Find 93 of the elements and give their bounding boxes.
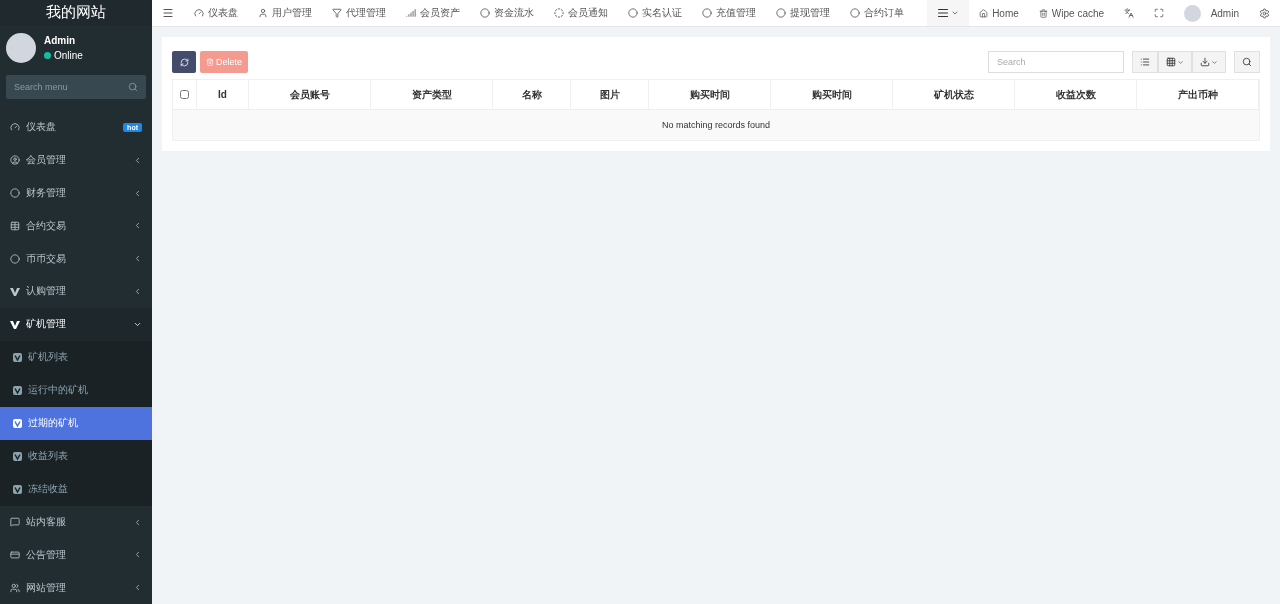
nav-link[interactable]: 用户管理 xyxy=(248,6,322,20)
submenu-item[interactable]: 矿机列表 xyxy=(0,340,152,374)
menu-icon[interactable] xyxy=(162,7,174,19)
circle-icon xyxy=(10,253,20,264)
menu-item[interactable]: 站内客服 xyxy=(0,505,152,539)
toggle-view-button[interactable] xyxy=(1132,51,1158,73)
nav-link[interactable]: 会员通知 xyxy=(544,6,618,20)
wipe-cache-link[interactable]: Wipe cache xyxy=(1028,7,1115,19)
user-status: Online xyxy=(54,50,83,62)
lines-icon xyxy=(937,7,950,19)
signal-icon xyxy=(406,8,416,18)
status-dot xyxy=(44,52,51,60)
chevron-left-icon xyxy=(133,155,142,165)
search-field[interactable]: Search xyxy=(988,51,1124,73)
menu-item[interactable]: 财务管理 xyxy=(0,176,152,210)
chevron-left-icon xyxy=(133,188,142,198)
circle-icon xyxy=(628,8,638,18)
home-link[interactable]: Home xyxy=(969,7,1029,19)
menu-item[interactable]: 币币交易 xyxy=(0,242,152,276)
submenu-item[interactable]: 运行中的矿机 xyxy=(0,373,152,407)
nav-link[interactable]: 会员资产 xyxy=(396,6,470,20)
v-logo-icon xyxy=(10,319,20,329)
download-icon xyxy=(1200,57,1210,67)
search-button[interactable] xyxy=(1234,51,1260,73)
trash-icon xyxy=(206,58,214,66)
circle-icon xyxy=(850,8,860,18)
chevron-left-icon xyxy=(133,550,142,560)
v-square-icon xyxy=(13,418,22,428)
user-name: Admin xyxy=(44,35,77,47)
menu-item[interactable]: 网站管理 xyxy=(0,571,152,604)
user-menu[interactable]: Admin xyxy=(1174,4,1249,22)
menu-item[interactable]: 矿机管理 xyxy=(0,307,152,341)
nav-link[interactable]: 提现管理 xyxy=(766,6,840,20)
menu-item[interactable]: 公告管理 xyxy=(0,538,152,572)
dashboard-icon xyxy=(194,8,204,18)
users-icon xyxy=(10,582,20,593)
list-icon xyxy=(1140,57,1150,67)
nav-link[interactable]: 充值管理 xyxy=(692,6,766,20)
table-icon xyxy=(10,220,20,231)
select-all-checkbox[interactable] xyxy=(180,90,189,99)
chevron-left-icon xyxy=(133,583,142,593)
v-square-icon xyxy=(13,484,22,494)
v-square-icon xyxy=(13,352,22,362)
nav-link[interactable]: 代理管理 xyxy=(322,6,396,20)
circle-icon xyxy=(10,188,20,199)
menu-dropdown[interactable] xyxy=(927,0,970,26)
chevron-left-icon xyxy=(133,517,142,527)
home-icon xyxy=(979,8,989,18)
nav-link[interactable]: 仪表盘 xyxy=(184,6,248,20)
nav-link[interactable]: 资金流水 xyxy=(470,6,544,20)
caret-icon xyxy=(1177,58,1184,66)
chat-icon xyxy=(10,517,20,528)
export-button[interactable] xyxy=(1192,51,1226,73)
translate-icon[interactable] xyxy=(1124,8,1135,18)
submenu-item[interactable]: 冻结收益 xyxy=(0,472,152,506)
chevron-left-icon xyxy=(133,286,142,296)
nav-link[interactable]: 合约订单 xyxy=(840,6,914,20)
search-icon xyxy=(1242,57,1252,67)
empty-message: No matching records found xyxy=(173,110,1259,140)
user-avatar xyxy=(6,33,36,64)
circle-icon xyxy=(480,8,490,18)
chevron-left-icon xyxy=(133,221,142,231)
circle-icon xyxy=(776,8,786,18)
fullscreen-icon[interactable] xyxy=(1154,8,1165,18)
search-icon xyxy=(128,82,138,93)
user-icon xyxy=(258,8,268,18)
circle-icon xyxy=(702,8,712,18)
refresh-icon xyxy=(179,57,189,67)
settings-icon[interactable] xyxy=(1259,7,1270,19)
columns-button[interactable] xyxy=(1158,51,1192,73)
refresh-button[interactable] xyxy=(172,51,196,73)
card-icon xyxy=(10,549,20,560)
submenu-item[interactable]: 过期的矿机 xyxy=(0,406,152,440)
user-avatar xyxy=(1184,4,1202,22)
v-square-icon xyxy=(13,385,22,395)
site-title: 我的网站 xyxy=(0,0,152,26)
menu-item[interactable]: 会员管理 xyxy=(0,143,152,177)
menu-item[interactable]: 认购管理 xyxy=(0,275,152,308)
caret-icon xyxy=(1211,58,1218,66)
menu-item[interactable]: 合约交易 xyxy=(0,209,152,243)
chevron-left-icon xyxy=(133,254,142,264)
search-menu-field[interactable]: Search menu xyxy=(6,75,146,100)
dashboard-icon xyxy=(10,122,20,133)
trash-icon xyxy=(1038,8,1048,18)
user-circle-icon xyxy=(10,155,20,166)
v-square-icon xyxy=(13,451,22,461)
grid-icon xyxy=(1166,57,1176,67)
v-logo-icon xyxy=(10,286,20,296)
caret-icon xyxy=(951,9,960,17)
circle-icon xyxy=(554,8,564,18)
nav-link[interactable]: 实名认证 xyxy=(618,6,692,20)
submenu-item[interactable]: 收益列表 xyxy=(0,439,152,473)
filter-icon xyxy=(332,8,342,18)
